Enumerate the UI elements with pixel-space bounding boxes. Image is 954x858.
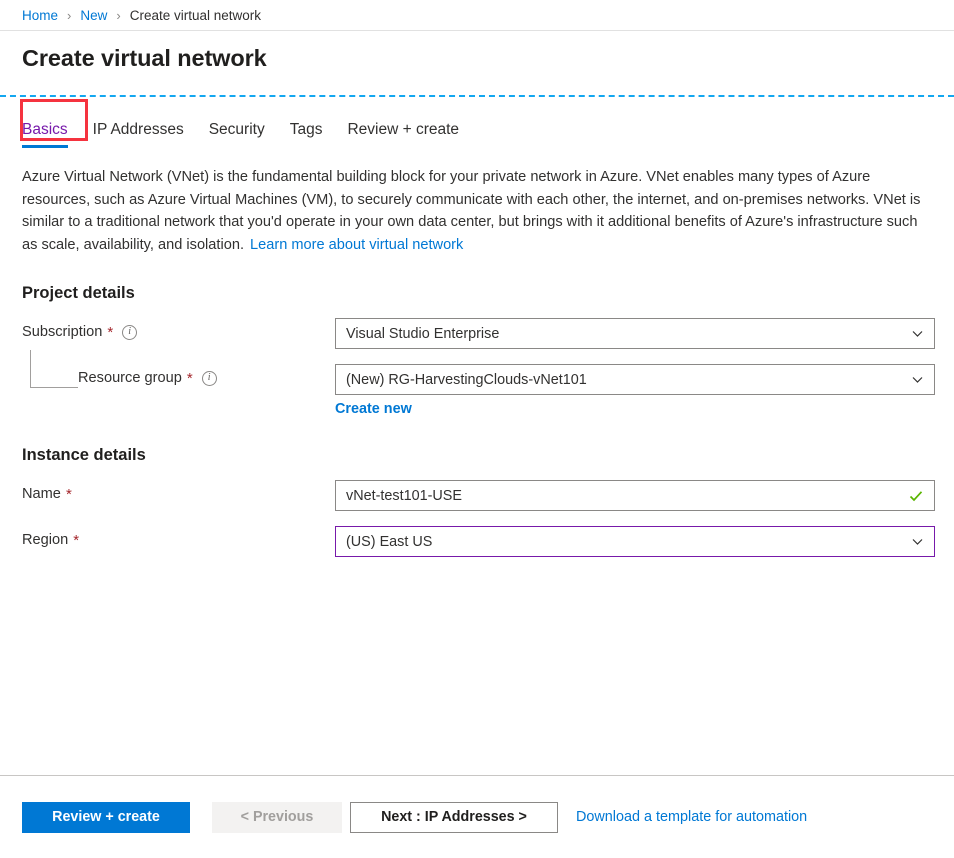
field-row-name: Name * vNet-test101-USE <box>22 480 954 511</box>
create-new-resource-group-link[interactable]: Create new <box>335 401 412 417</box>
breadcrumb-separator: › <box>67 7 72 23</box>
region-value: (US) East US <box>346 533 433 550</box>
breadcrumb-item-current: Create virtual network <box>129 7 262 23</box>
region-label: Region * <box>22 526 335 548</box>
resource-group-value: (New) RG-HarvestingClouds-vNet101 <box>346 371 587 388</box>
region-label-text: Region <box>22 532 69 548</box>
tab-security-label: Security <box>208 121 265 138</box>
required-asterisk: * <box>65 485 72 503</box>
field-row-region: Region * (US) East US <box>22 526 954 557</box>
tab-ip-addresses-label: IP Addresses <box>92 121 184 138</box>
tab-security[interactable]: Security <box>209 121 265 148</box>
required-asterisk: * <box>107 323 114 341</box>
breadcrumb-item-home[interactable]: Home <box>22 8 58 23</box>
learn-more-link[interactable]: Learn more about virtual network <box>250 237 463 253</box>
name-value: vNet-test101-USE <box>346 487 462 504</box>
resource-group-label-text: Resource group <box>78 370 182 386</box>
chevron-down-icon <box>912 536 923 547</box>
tab-review-create[interactable]: Review + create <box>347 121 459 148</box>
breadcrumb-item-new[interactable]: New <box>80 8 107 23</box>
tab-tags[interactable]: Tags <box>290 121 323 148</box>
chevron-down-icon <box>912 374 923 385</box>
tab-bar: Basics IP Addresses Security Tags Review… <box>0 97 954 148</box>
region-control: (US) East US <box>335 526 935 557</box>
breadcrumb-separator: › <box>116 7 121 23</box>
name-label: Name * <box>22 480 335 502</box>
review-create-button[interactable]: Review + create <box>22 801 190 833</box>
action-bar: Review + create < Previous Next : IP Add… <box>0 775 954 858</box>
subscription-label-text: Subscription <box>22 324 103 340</box>
resource-group-control: (New) RG-HarvestingClouds-vNet101 Create… <box>335 364 935 418</box>
tab-ip-addresses[interactable]: IP Addresses <box>93 121 184 148</box>
section-instance-details-heading: Instance details <box>22 446 146 464</box>
subscription-control: Visual Studio Enterprise <box>335 318 935 349</box>
name-input[interactable]: vNet-test101-USE <box>335 480 935 511</box>
tab-tags-label: Tags <box>289 121 323 138</box>
breadcrumb: Home › New › Create virtual network <box>0 0 954 31</box>
name-control: vNet-test101-USE <box>335 480 935 511</box>
valid-check-icon <box>909 489 923 503</box>
subscription-dropdown[interactable]: Visual Studio Enterprise <box>335 318 935 349</box>
tab-basics-label: Basics <box>22 121 68 138</box>
name-label-text: Name <box>22 486 61 502</box>
info-icon[interactable]: i <box>122 324 138 340</box>
required-asterisk: * <box>186 369 193 387</box>
subscription-value: Visual Studio Enterprise <box>346 325 500 342</box>
next-ip-addresses-button[interactable]: Next : IP Addresses > <box>350 801 558 833</box>
info-icon[interactable]: i <box>201 370 217 386</box>
required-asterisk: * <box>73 531 80 549</box>
resource-group-dropdown[interactable]: (New) RG-HarvestingClouds-vNet101 <box>335 364 935 395</box>
region-dropdown[interactable]: (US) East US <box>335 526 935 557</box>
section-project-details-heading: Project details <box>22 284 135 302</box>
page-title: Create virtual network <box>22 45 267 71</box>
tab-basics[interactable]: Basics <box>22 121 68 148</box>
page-header: Create virtual network <box>0 31 954 88</box>
field-row-subscription: Subscription * i Visual Studio Enterpris… <box>22 318 954 349</box>
subscription-label: Subscription * i <box>22 318 335 340</box>
chevron-down-icon <box>912 328 923 339</box>
tab-review-create-label: Review + create <box>347 121 460 138</box>
download-template-link[interactable]: Download a template for automation <box>576 809 807 825</box>
resource-group-label: Resource group * i <box>22 364 335 386</box>
previous-button: < Previous <box>212 801 342 833</box>
description-block: Azure Virtual Network (VNet) is the fund… <box>22 166 932 256</box>
description-text: Azure Virtual Network (VNet) is the fund… <box>22 169 921 253</box>
field-row-resource-group: Resource group * i (New) RG-HarvestingCl… <box>22 350 954 418</box>
